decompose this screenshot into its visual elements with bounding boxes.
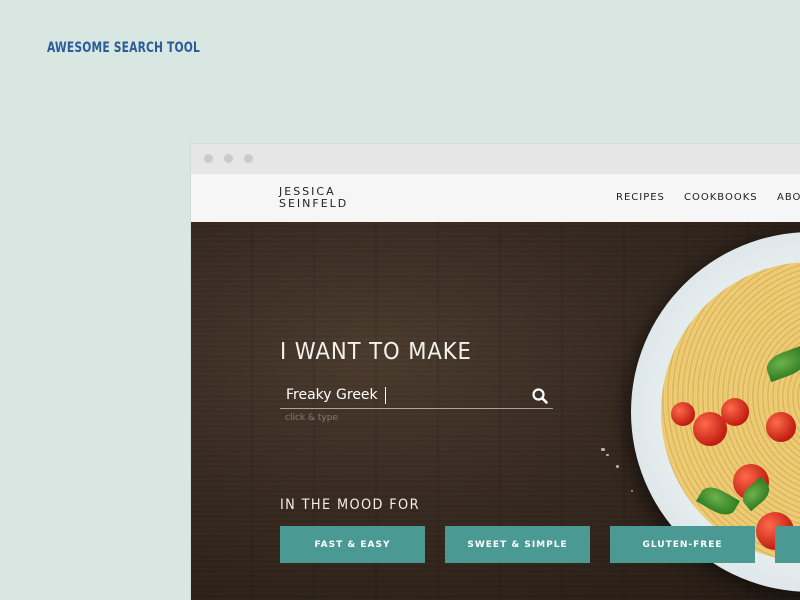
page-label: AWESOME SEARCH TOOL	[47, 40, 201, 56]
window-dot-close[interactable]	[204, 154, 213, 163]
nav-item-cookbooks[interactable]: COOKBOOKS	[684, 192, 758, 203]
mood-button-fast-easy[interactable]: FAST & EASY	[280, 526, 425, 563]
nav-item-about[interactable]: ABO	[777, 192, 800, 203]
mood-button-gluten-free[interactable]: GLUTEN-FREE	[610, 526, 755, 563]
browser-window: JESSICA SEINFELD RECIPES COOKBOOKS ABO I…	[191, 144, 800, 600]
hero-section: I WANT TO MAKE click & type IN THE MOOD …	[191, 222, 800, 600]
hero-headline: I WANT TO MAKE	[280, 339, 472, 365]
text-caret	[385, 387, 386, 404]
window-dot-minimize[interactable]	[224, 154, 233, 163]
search-icon[interactable]	[531, 387, 549, 405]
mood-button-sweet-simple[interactable]: SWEET & SIMPLE	[445, 526, 590, 563]
search-input[interactable]	[286, 384, 516, 406]
search-hint: click & type	[285, 413, 338, 423]
site-header: JESSICA SEINFELD RECIPES COOKBOOKS ABO	[191, 174, 800, 222]
search-field[interactable]	[280, 384, 553, 409]
mood-button-partial[interactable]	[775, 526, 800, 563]
browser-chrome-bar	[191, 144, 800, 174]
nav-item-recipes[interactable]: RECIPES	[616, 192, 665, 203]
site-logo[interactable]: JESSICA SEINFELD	[279, 186, 348, 210]
mood-heading: IN THE MOOD FOR	[280, 497, 420, 513]
logo-line-2: SEINFELD	[279, 197, 349, 210]
window-dot-maximize[interactable]	[244, 154, 253, 163]
